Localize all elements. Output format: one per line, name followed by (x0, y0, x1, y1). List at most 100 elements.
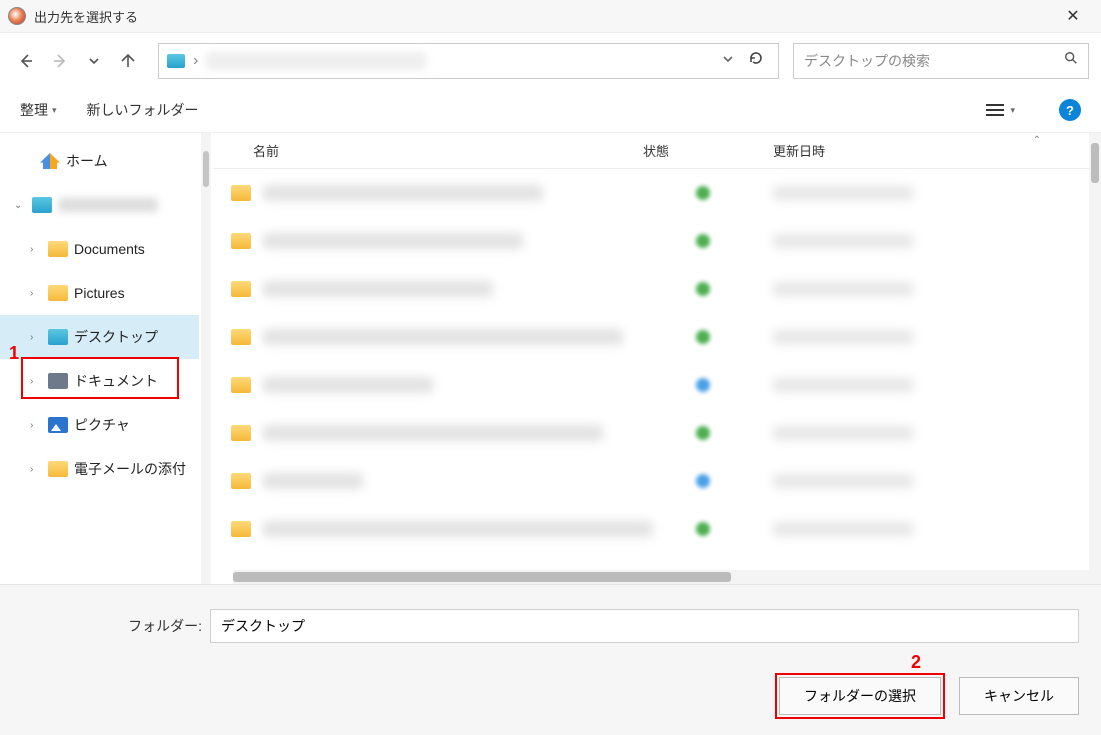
sidebar-label: ホーム (66, 151, 108, 171)
view-menu[interactable]: ▾ (986, 104, 1015, 116)
sidebar-scrollbar[interactable] (199, 133, 213, 584)
recent-dropdown[interactable] (80, 41, 108, 81)
organize-menu[interactable]: 整理 ▾ (20, 100, 57, 120)
search-icon (1064, 51, 1078, 70)
organize-label: 整理 (20, 100, 48, 120)
address-dropdown[interactable] (722, 52, 734, 70)
status-dot-icon (696, 186, 710, 200)
folder-icon (231, 521, 251, 537)
folder-icon (48, 461, 68, 477)
file-row[interactable] (213, 361, 1101, 409)
column-headers: 名前 状態 更新日時 ⌃ (213, 133, 1101, 169)
file-row[interactable] (213, 265, 1101, 313)
file-row[interactable] (213, 169, 1101, 217)
new-folder-button[interactable]: 新しいフォルダー (87, 100, 199, 120)
close-button[interactable]: ✕ (1053, 0, 1093, 32)
status-dot-icon (696, 474, 710, 488)
sidebar-label: ピクチャ (74, 415, 130, 435)
status-dot-icon (696, 426, 710, 440)
sidebar-item-pictures-jp[interactable]: › ピクチャ (0, 403, 199, 447)
file-list (213, 169, 1101, 566)
address-bar[interactable]: › (158, 43, 779, 79)
file-name (263, 377, 643, 393)
column-name[interactable]: 名前 (213, 141, 643, 160)
chevron-down-icon (722, 53, 734, 65)
sidebar-item-documents[interactable]: › Documents (0, 227, 199, 271)
sort-indicator-icon: ⌃ (1033, 135, 1041, 146)
column-modified[interactable]: 更新日時 ⌃ (763, 141, 1101, 160)
select-folder-button[interactable]: フォルダーの選択 (779, 677, 941, 715)
file-date (763, 234, 1101, 248)
folder-field-label: フォルダー: (122, 616, 202, 636)
scrollbar-thumb[interactable] (1091, 143, 1099, 183)
column-modified-label: 更新日時 (773, 144, 825, 159)
search-box[interactable]: デスクトップの検索 (793, 43, 1089, 79)
cloud-icon (32, 197, 52, 213)
file-status (643, 234, 763, 248)
folder-icon (231, 233, 251, 249)
vertical-scrollbar[interactable] (1089, 133, 1101, 584)
file-area: 名前 状態 更新日時 ⌃ (213, 133, 1101, 584)
status-dot-icon (696, 522, 710, 536)
sidebar-label: 電子メールの添付 (74, 459, 186, 479)
status-dot-icon (696, 330, 710, 344)
titlebar: 出力先を選択する ✕ (0, 0, 1101, 32)
file-status (643, 426, 763, 440)
app-icon (8, 7, 26, 25)
file-date (763, 186, 1101, 200)
caret-down-icon: ▾ (1010, 105, 1015, 116)
sidebar-label (58, 198, 158, 212)
refresh-icon (748, 50, 764, 66)
sidebar-item-email-attach[interactable]: › 電子メールの添付 (0, 447, 199, 491)
folder-name-input[interactable] (210, 609, 1079, 643)
caret-down-icon: ▾ (52, 105, 57, 116)
file-name (263, 233, 643, 249)
scrollbar-thumb[interactable] (203, 151, 209, 187)
sidebar-item-pictures[interactable]: › Pictures (0, 271, 199, 315)
file-name (263, 425, 643, 441)
chevron-right-icon: › (30, 420, 42, 431)
folder-icon (48, 285, 68, 301)
sidebar-item-home[interactable]: ホーム (0, 139, 199, 183)
button-row: フォルダーの選択 キャンセル (779, 677, 1079, 715)
sidebar-item-account[interactable]: ⌄ (0, 183, 199, 227)
file-date (763, 522, 1101, 536)
list-view-icon (986, 104, 1004, 116)
annotation-marker-1: 1 (9, 343, 19, 364)
breadcrumb-sep: › (193, 52, 198, 70)
forward-button[interactable] (46, 41, 74, 81)
folder-icon (231, 329, 251, 345)
document-icon (48, 373, 68, 389)
file-row[interactable] (213, 217, 1101, 265)
horizontal-scrollbar[interactable] (233, 570, 1091, 584)
cancel-button[interactable]: キャンセル (959, 677, 1079, 715)
chevron-right-icon: › (30, 332, 42, 343)
refresh-button[interactable] (742, 50, 770, 71)
help-button[interactable]: ? (1059, 99, 1081, 121)
file-status (643, 474, 763, 488)
back-button[interactable] (12, 41, 40, 81)
chevron-right-icon: › (30, 288, 42, 299)
file-status (643, 330, 763, 344)
sidebar-item-documents-jp[interactable]: › ドキュメント (0, 359, 199, 403)
folder-icon (231, 281, 251, 297)
file-row[interactable] (213, 313, 1101, 361)
file-row[interactable] (213, 457, 1101, 505)
folder-icon (231, 377, 251, 393)
sidebar-label: Pictures (74, 285, 125, 301)
scrollbar-thumb[interactable] (233, 572, 731, 582)
file-date (763, 474, 1101, 488)
sidebar-item-desktop[interactable]: › デスクトップ (0, 315, 199, 359)
chevron-right-icon: › (30, 376, 42, 387)
file-date (763, 426, 1101, 440)
status-dot-icon (696, 378, 710, 392)
file-status (643, 522, 763, 536)
file-row[interactable] (213, 505, 1101, 553)
sidebar-label: Documents (74, 241, 145, 257)
file-date (763, 378, 1101, 392)
column-status[interactable]: 状態 (643, 141, 763, 160)
file-row[interactable] (213, 409, 1101, 457)
up-button[interactable] (114, 41, 142, 81)
chevron-down-icon: ⌄ (14, 200, 26, 211)
file-status (643, 186, 763, 200)
